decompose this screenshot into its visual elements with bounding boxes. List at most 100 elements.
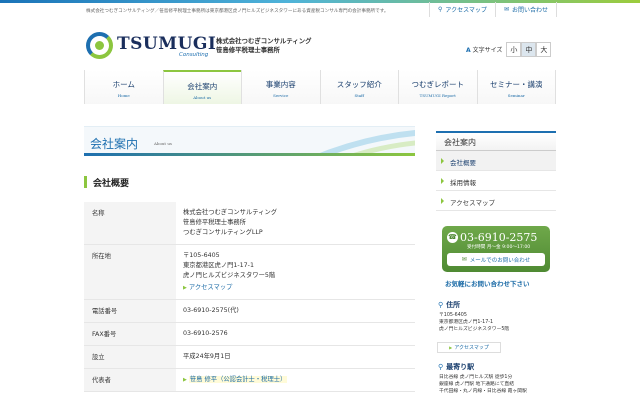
nav-item-sublabel: Home (117, 93, 130, 98)
address-line: 東京都港区虎ノ門1-17-1 (183, 262, 254, 269)
access-map-link[interactable]: ⚲ アクセスマップ (429, 2, 495, 17)
name-line: 笹島修平税理士事務所 (183, 219, 246, 226)
access-map-inline-link[interactable]: ▶ アクセスマップ (183, 283, 408, 293)
address-heading-label: 住所 (446, 301, 461, 309)
contact-link-label: お問い合わせ (511, 7, 548, 14)
sidebar-item-recruit[interactable]: 採用情報 (436, 171, 556, 191)
text-size-label-text: 文字サイズ (472, 47, 503, 54)
row-label: 電話番号 (84, 299, 176, 323)
nav-item-about[interactable]: 会社案内 About us (162, 70, 241, 104)
row-label: 代表者 (84, 368, 176, 392)
nearest-station-text: 日比谷線 虎ノ門ヒルズ駅 徒歩1分 銀座線 虎ノ門駅 地下通路にて直結 千代田線… (439, 374, 527, 396)
company-names: 株式会社つむぎコンサルティング 笹島修平税理士事務所 (216, 37, 311, 55)
address-line: 虎ノ門ヒルズビジネスタワー5階 (183, 272, 276, 279)
nav-item-label: つむぎレポート (411, 80, 465, 89)
triangle-right-icon: ▶ (183, 285, 187, 291)
representative-link[interactable]: 笹島 修平（公認会計士・税理士） (188, 376, 288, 383)
address-line: 〒105-6405 (439, 313, 467, 318)
row-label: FAX番号 (84, 322, 176, 346)
site-description: 株式会社つむぎコンサルティング／笹島修平税理士事務所は東京都港区虎ノ門ヒルズビジ… (86, 9, 389, 14)
table-row: 所在地 〒105-6405 東京都港区虎ノ門1-17-1 虎ノ門ヒルズビジネスタ… (84, 244, 415, 300)
phone-icon: ☎ (447, 232, 458, 243)
nav-item-sublabel: Staff (354, 93, 365, 98)
mail-contact-label: メールでのお問い合わせ (469, 257, 531, 264)
contact-hours: 受付時間 月～金 9:00～17:00 (467, 245, 531, 250)
logo-subtext: Consulting (179, 52, 209, 58)
map-pin-icon: ⚲ (438, 6, 443, 13)
nav-item-label: ホーム (112, 80, 135, 89)
map-pin-icon: ⚲ (438, 301, 444, 309)
text-size-large-button[interactable]: 大 (536, 42, 552, 57)
section-heading: 会社概要 (84, 175, 415, 189)
page-subtitle: About us (154, 141, 172, 146)
contact-phone[interactable]: 03-6910-2575 (460, 231, 537, 244)
name-line: 株式会社つむぎコンサルティング (183, 209, 278, 216)
font-size-icon: A (466, 47, 471, 54)
sidebar-item-access[interactable]: アクセスマップ (436, 191, 556, 211)
address-line: 虎ノ門ヒルズビジネスタワー5階 (439, 327, 510, 333)
table-row: FAX番号 03-6910-2576 (84, 322, 415, 346)
text-size-medium-button[interactable]: 中 (521, 42, 537, 57)
logo-mark-icon (86, 32, 113, 59)
row-value: 03-6910-2575(代) (176, 299, 415, 323)
address-line: 東京都港区虎ノ門1-17-1 (439, 320, 494, 326)
nav-item-seminar[interactable]: セミナー・講演 Seminar (476, 70, 556, 104)
contact-invite-text: お気軽にお問い合わせ下さい (445, 280, 530, 288)
section-title: 会社概要 (93, 178, 130, 189)
contact-link[interactable]: ✉ お問い合わせ (494, 2, 557, 17)
access-map-inline-label: アクセスマップ (188, 284, 233, 291)
sidebar-title: 会社案内 (436, 131, 556, 151)
nav-item-home[interactable]: ホーム Home (84, 70, 163, 104)
station-line: 千代田線・丸ノ内線・日比谷線 霞ヶ関駅 (439, 389, 527, 395)
nav-item-label: セミナー・講演 (490, 80, 543, 89)
row-label: 名称 (84, 202, 176, 245)
row-label: 所在地 (84, 244, 176, 300)
top-links: ⚲ アクセスマップ ✉ お問い合わせ (429, 2, 557, 17)
triangle-right-icon: ▶ (449, 345, 453, 350)
nav-item-label: 事業内容 (265, 80, 296, 89)
sidebar-item-overview[interactable]: 会社概要 (436, 151, 556, 171)
section-marker (84, 176, 87, 188)
access-map-link-label: アクセスマップ (445, 7, 487, 14)
main-nav: ホーム Home 会社案内 About us 事業内容 Service スタッフ… (84, 70, 556, 104)
map-pin-icon: ⚲ (438, 363, 444, 371)
sidebar-access-map-label: アクセスマップ (454, 345, 489, 351)
logo-text: TSUMUGI (117, 34, 217, 54)
nav-item-sublabel: Seminar (507, 93, 525, 98)
page: 株式会社つむぎコンサルティング／笹島修平税理士事務所は東京都港区虎ノ門ヒルズビジ… (0, 0, 640, 400)
page-title: 会社案内 (90, 137, 139, 151)
nearest-station-heading: ⚲ 最寄り駅 (438, 362, 556, 372)
row-value: ▶ 笹島 修平（公認会計士・税理士） (176, 368, 415, 392)
nav-item-sublabel: TSUMUGI Report (419, 93, 456, 98)
row-value: 株式会社つむぎコンサルティング 笹島修平税理士事務所 つむぎコンサルティングLL… (176, 202, 415, 245)
row-value: 平成24年9月1日 (176, 345, 415, 369)
logo[interactable]: TSUMUGI Consulting (86, 32, 216, 60)
address-line: 〒105-6405 (183, 252, 220, 259)
sidebar-access-map-button[interactable]: ▶ アクセスマップ (437, 342, 501, 353)
station-line: 銀座線 虎ノ門駅 地下通路にて直結 (439, 382, 515, 388)
text-size-control: A 文字サイズ 小 中 大 (466, 42, 552, 57)
table-row: 設立 平成24年9月1日 (84, 345, 415, 369)
station-line: 日比谷線 虎ノ門ヒルズ駅 徒歩1分 (439, 375, 513, 380)
nav-item-label: 会社案内 (187, 82, 218, 91)
top-bar: 株式会社つむぎコンサルティング／笹島修平税理士事務所は東京都港区虎ノ門ヒルズビジ… (0, 0, 640, 20)
row-value: 03-6910-2576 (176, 322, 415, 346)
contact-box: ☎ 03-6910-2575 受付時間 月～金 9:00～17:00 ✉ メール… (442, 226, 550, 272)
nav-item-sublabel: Service (273, 93, 289, 98)
nav-item-report[interactable]: つむぎレポート TSUMUGI Report (398, 70, 477, 104)
table-row: 代表者 ▶ 笹島 修平（公認会計士・税理士） (84, 368, 415, 392)
nav-item-service[interactable]: 事業内容 Service (241, 70, 320, 104)
name-line: つむぎコンサルティングLLP (183, 229, 263, 236)
mail-icon: ✉ (503, 6, 509, 13)
mail-contact-button[interactable]: ✉ メールでのお問い合わせ (447, 253, 545, 266)
address-text: 〒105-6405 東京都港区虎ノ門1-17-1 虎ノ門ヒルズビジネスタワー5階 (439, 312, 509, 334)
row-value: 〒105-6405 東京都港区虎ノ門1-17-1 虎ノ門ヒルズビジネスタワー5階… (176, 244, 415, 300)
row-label: 設立 (84, 345, 176, 369)
mail-icon: ✉ (461, 256, 467, 263)
company-info-table: 名称 株式会社つむぎコンサルティング 笹島修平税理士事務所 つむぎコンサルティン… (84, 202, 415, 392)
table-row: 名称 株式会社つむぎコンサルティング 笹島修平税理士事務所 つむぎコンサルティン… (84, 202, 415, 245)
triangle-right-icon: ▶ (183, 377, 187, 383)
nav-item-staff[interactable]: スタッフ紹介 Staff (319, 70, 398, 104)
text-size-small-button[interactable]: 小 (506, 42, 522, 57)
nearest-station-label: 最寄り駅 (446, 363, 475, 371)
